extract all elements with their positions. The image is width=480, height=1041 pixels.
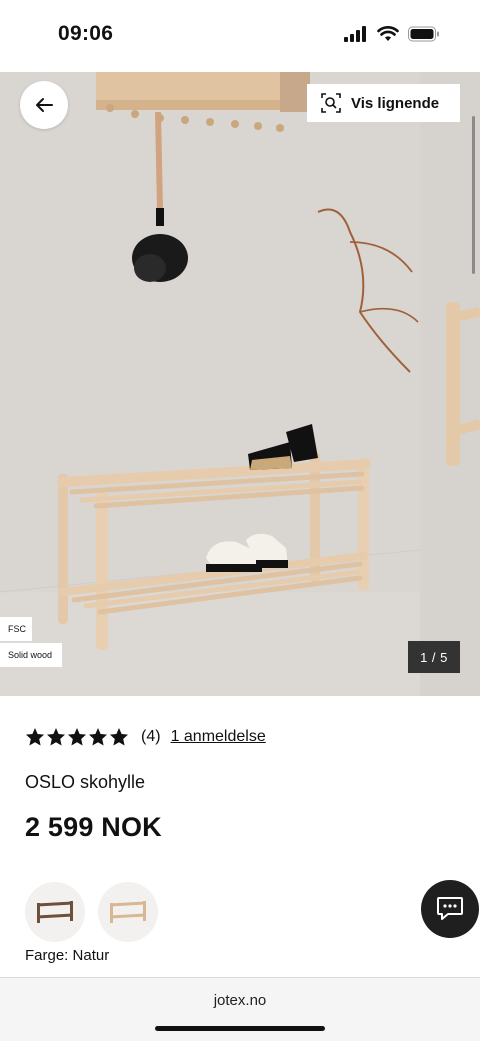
- product-price: 2 599 NOK: [25, 812, 162, 842]
- url-text[interactable]: jotex.no: [0, 992, 480, 1009]
- status-bar: 09:06: [0, 0, 480, 72]
- rating-row: (4) 1 anmeldelse: [25, 727, 266, 747]
- star-icon: [68, 728, 86, 746]
- walnut-shoe-rack-icon: [36, 901, 74, 923]
- browser-address-bar[interactable]: jotex.no: [0, 977, 480, 1041]
- fsc-badge: FSC: [0, 617, 32, 641]
- home-indicator: [155, 1026, 325, 1031]
- visual-search-label: Vis lignende: [351, 94, 440, 112]
- back-button[interactable]: [20, 81, 68, 129]
- visual-search-icon: [321, 93, 341, 113]
- product-image-gallery[interactable]: Vis lignende FSC Solid wood 1 / 5: [0, 72, 480, 696]
- arrow-left-icon: [36, 98, 53, 112]
- status-time: 09:06: [58, 22, 114, 45]
- color-swatch-walnut[interactable]: [25, 882, 85, 942]
- natural-shoe-rack-icon: [109, 901, 147, 923]
- star-icon: [89, 728, 107, 746]
- scroll-indicator: [472, 116, 475, 274]
- chat-icon: [437, 897, 463, 920]
- product-image[interactable]: [0, 72, 420, 696]
- chat-button[interactable]: [421, 880, 479, 938]
- solid-wood-badge: Solid wood: [0, 643, 62, 667]
- signal-icon: [344, 26, 366, 42]
- star-rating: [25, 727, 129, 747]
- reviews-link[interactable]: 1 anmeldelse: [171, 728, 266, 746]
- next-product-image[interactable]: [420, 72, 480, 696]
- color-label: Farge: Natur: [25, 947, 110, 964]
- star-icon: [26, 728, 44, 746]
- star-icon: [110, 728, 128, 746]
- status-icons: [344, 26, 440, 42]
- rating-count: (4): [141, 728, 161, 745]
- visual-search-button[interactable]: Vis lignende: [307, 84, 460, 122]
- image-counter: 1 / 5: [408, 641, 460, 673]
- star-icon: [47, 728, 65, 746]
- color-swatch-natural[interactable]: [98, 882, 158, 942]
- wifi-icon: [377, 26, 399, 41]
- battery-icon: [408, 26, 439, 42]
- product-name: OSLO skohylle: [25, 772, 146, 792]
